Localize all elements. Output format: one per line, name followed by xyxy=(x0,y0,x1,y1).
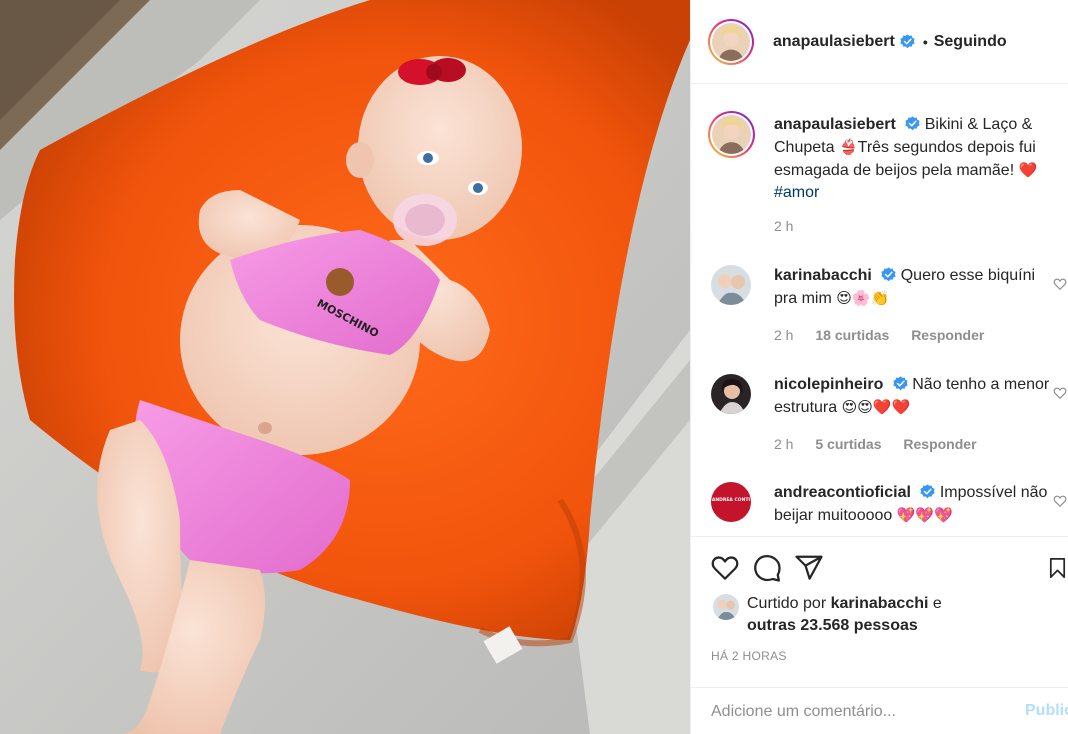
comment-emojis: 💖💖💖 xyxy=(896,506,953,524)
comment-text: andreacontioficial Impossível não beijar… xyxy=(774,482,1050,527)
commenter-username[interactable]: nicolepinheiro xyxy=(774,376,883,393)
commenter-username[interactable]: karinabacchi xyxy=(774,267,872,284)
like-button[interactable] xyxy=(708,551,742,585)
author-avatar[interactable] xyxy=(708,18,754,65)
share-icon xyxy=(795,555,823,580)
comment-time[interactable]: 2 h xyxy=(774,327,793,343)
liked-by-prefix: Curtido por xyxy=(747,595,827,612)
verified-badge-icon xyxy=(893,376,908,391)
liked-by-user[interactable]: karinabacchi xyxy=(831,595,929,612)
bikini-emoji: 👙 xyxy=(838,138,858,156)
comment-meta: 2 h 5 curtidas Responder xyxy=(774,436,995,452)
comment-text: karinabacchi Quero esse biquíni pra mim … xyxy=(774,265,1050,310)
commenter-username[interactable]: andreacontioficial xyxy=(774,484,911,501)
header-separator: • xyxy=(922,33,928,50)
caption-time[interactable]: 2 h xyxy=(774,218,793,234)
comment-button[interactable] xyxy=(750,551,784,585)
commenter-avatar[interactable] xyxy=(711,265,751,305)
save-button[interactable] xyxy=(1046,551,1068,585)
verified-badge-icon xyxy=(900,34,915,49)
andreaconti-logo-text: ANDREA CONTI xyxy=(712,497,751,503)
comment-icon xyxy=(754,555,781,582)
like-comment-heart-icon[interactable] xyxy=(1053,277,1067,291)
commenter-avatar[interactable] xyxy=(711,374,751,414)
like-comment-heart-icon[interactable] xyxy=(1053,386,1067,400)
bookmark-icon xyxy=(1049,558,1066,578)
comment-time[interactable]: 2 h xyxy=(774,436,793,452)
comments-list[interactable]: anapaulasiebert Bikini & Laço & Chupeta … xyxy=(691,84,1068,536)
heart-emoji: ❤️ xyxy=(1018,161,1038,179)
verified-badge-icon xyxy=(920,484,935,499)
liker-avatar[interactable] xyxy=(713,594,739,620)
caption-avatar[interactable] xyxy=(708,111,755,158)
like-comment-heart-icon[interactable] xyxy=(1053,494,1067,508)
post-side-panel: anapaulasiebert • Seguindo anapaulasiebe… xyxy=(690,0,1068,734)
post-actions: Curtido por karinabacchi e outras 23.568… xyxy=(691,536,1068,734)
reply-button[interactable]: Responder xyxy=(911,327,984,343)
commenter-avatar[interactable]: ANDREA CONTI xyxy=(711,482,751,522)
liked-by-connector: e xyxy=(932,595,942,612)
verified-badge-icon xyxy=(881,267,896,282)
comment-text: nicolepinheiro Não tenho a menor estrutu… xyxy=(774,374,1050,419)
liked-by-text: Curtido por karinabacchi e outras 23.568… xyxy=(747,593,942,637)
comment-likes[interactable]: 5 curtidas xyxy=(815,436,881,452)
post-photo[interactable]: MOSCHINO xyxy=(0,0,690,734)
post-time-ago[interactable]: HÁ 2 HORAS xyxy=(711,649,787,663)
author-username[interactable]: anapaulasiebert xyxy=(773,33,895,51)
caption-meta: 2 h xyxy=(774,218,811,234)
instagram-post: MOSCHINO anapaulasiebert • Seguindo anap… xyxy=(0,0,1068,734)
post-header: anapaulasiebert • Seguindo xyxy=(691,0,1068,84)
share-button[interactable] xyxy=(792,551,826,585)
comment-meta: 2 h 18 curtidas Responder xyxy=(774,327,1002,343)
verified-badge-icon xyxy=(905,116,920,131)
comment-input[interactable] xyxy=(711,702,1011,721)
caption-text: anapaulasiebert Bikini & Laço & Chupeta … xyxy=(774,114,1050,204)
following-button[interactable]: Seguindo xyxy=(934,33,1007,51)
add-comment-bar: Publicar xyxy=(691,687,1068,734)
hashtag-link[interactable]: #amor xyxy=(774,184,819,201)
reply-button[interactable]: Responder xyxy=(903,436,976,452)
caption-username[interactable]: anapaulasiebert xyxy=(774,116,896,133)
liked-by: Curtido por karinabacchi e outras 23.568… xyxy=(713,593,1063,637)
comment-likes[interactable]: 18 curtidas xyxy=(815,327,889,343)
liked-by-others[interactable]: outras 23.568 pessoas xyxy=(747,617,918,634)
heart-icon xyxy=(711,556,739,580)
publish-button[interactable]: Publicar xyxy=(1025,702,1068,720)
comment-emojis: 😍😍❤️❤️ xyxy=(841,398,911,416)
comment-emojis: 😍🌸👏 xyxy=(836,289,890,307)
